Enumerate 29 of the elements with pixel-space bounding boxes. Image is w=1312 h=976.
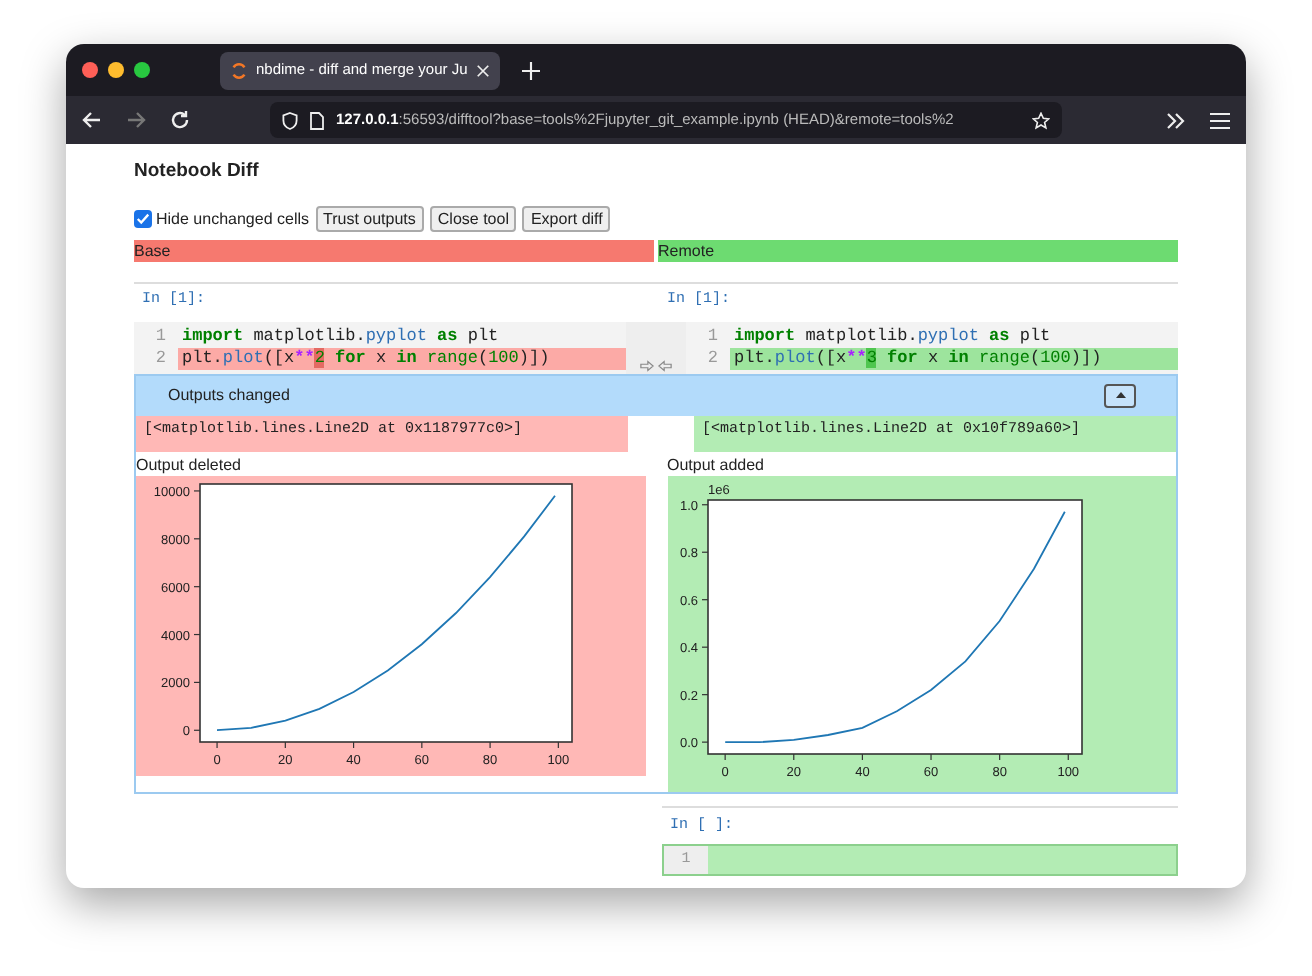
outputs-title: Outputs changed	[168, 383, 290, 407]
arrow-left-icon[interactable]	[658, 359, 672, 371]
line-number: 2	[153, 347, 168, 369]
logo-icon	[230, 61, 248, 79]
back-arrow-icon[interactable]	[82, 110, 102, 130]
checkbox[interactable]	[134, 210, 152, 229]
page-title: Notebook Diff	[134, 158, 261, 186]
close-icon[interactable]	[476, 63, 490, 77]
toolbar-button[interactable]: Close tool	[429, 206, 517, 233]
arrow-right-icon[interactable]	[640, 359, 654, 371]
toolbar-button[interactable]: Trust outputs	[315, 206, 424, 233]
caret-icon	[1115, 392, 1125, 398]
reload-icon[interactable]	[170, 110, 190, 130]
column-header: Base	[134, 240, 654, 263]
line-number: 1	[153, 325, 168, 347]
page-icon	[310, 111, 324, 129]
shield-icon	[282, 111, 298, 129]
column-header: Remote	[658, 240, 1178, 263]
check-icon	[136, 212, 150, 227]
line-number: 2	[705, 347, 720, 369]
menu-icon[interactable]	[1210, 111, 1230, 129]
new-tab-icon[interactable]	[522, 61, 540, 79]
line-number: 1	[705, 325, 720, 347]
star-icon[interactable]	[1032, 111, 1050, 129]
collapse-button[interactable]	[1104, 383, 1136, 407]
checkbox-label: Hide unchanged cells	[156, 207, 309, 232]
chevrons-icon[interactable]	[1166, 111, 1186, 129]
forward-arrow-icon[interactable]	[126, 110, 146, 130]
toolbar-button[interactable]: Export diff	[522, 206, 611, 233]
